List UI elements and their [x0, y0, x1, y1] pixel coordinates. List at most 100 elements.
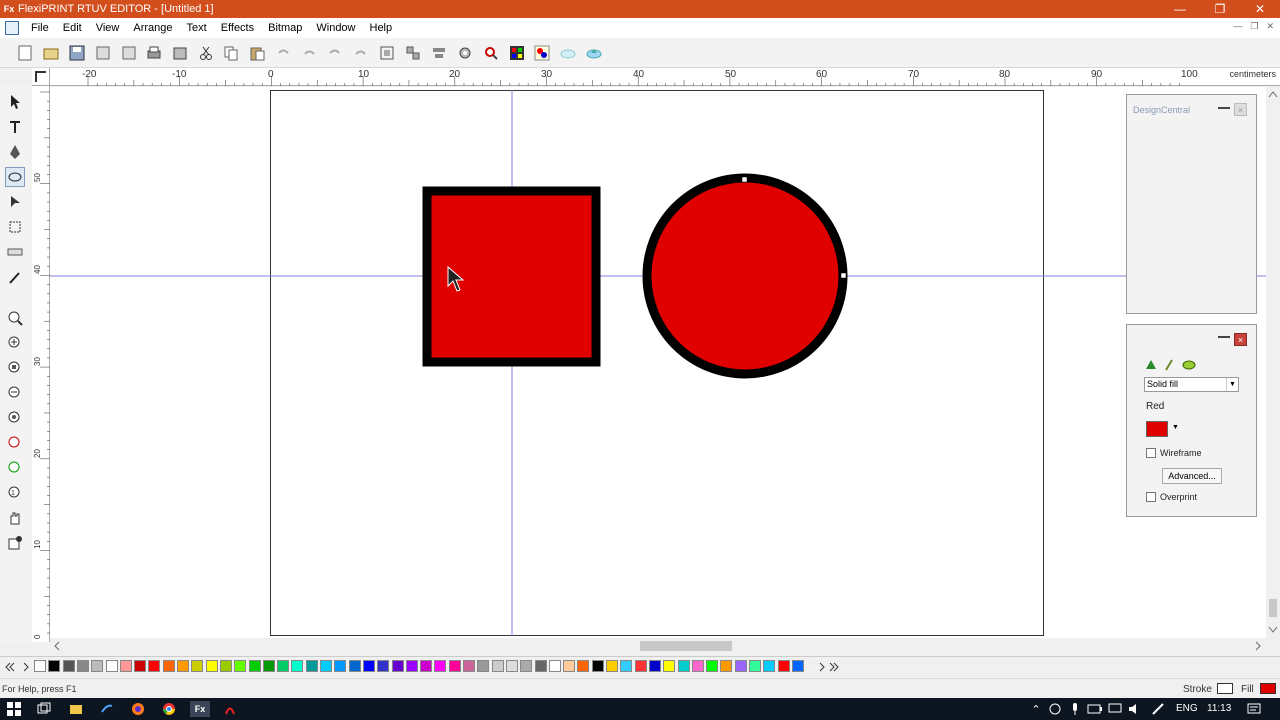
- pan-tool-icon[interactable]: [5, 508, 25, 528]
- menu-file[interactable]: File: [24, 22, 56, 34]
- palette-swatch[interactable]: [505, 660, 518, 672]
- palette-swatch[interactable]: [262, 660, 275, 672]
- palette-swatch[interactable]: [763, 660, 776, 672]
- selection-node[interactable]: [741, 176, 748, 183]
- palette-swatch[interactable]: [620, 660, 633, 672]
- notifications-icon[interactable]: [1246, 701, 1262, 717]
- fill-tool-icon[interactable]: [5, 533, 25, 553]
- advanced-button[interactable]: Advanced...: [1162, 468, 1222, 484]
- palette-swatch[interactable]: [477, 660, 490, 672]
- palette-swatch[interactable]: [248, 660, 261, 672]
- menu-bitmap[interactable]: Bitmap: [261, 22, 309, 34]
- cut-icon[interactable]: [197, 44, 215, 62]
- menu-arrange[interactable]: Arrange: [126, 22, 179, 34]
- stroke-mode-icon[interactable]: [1165, 359, 1173, 371]
- cloud-upload-icon[interactable]: [585, 44, 603, 62]
- open-file-icon[interactable]: [42, 44, 60, 62]
- tray-network-status-icon[interactable]: [1047, 701, 1063, 717]
- document-icon[interactable]: [5, 21, 19, 35]
- palette-swatch[interactable]: [749, 660, 761, 672]
- palette-swatch[interactable]: [448, 660, 461, 672]
- fill-color-button[interactable]: [1146, 421, 1168, 437]
- menu-effects[interactable]: Effects: [214, 22, 261, 34]
- palette-swatch[interactable]: [434, 660, 447, 672]
- pen-tool-icon[interactable]: [5, 142, 25, 162]
- mdi-restore-icon[interactable]: ❐: [1250, 21, 1258, 32]
- palette-swatch[interactable]: [463, 660, 475, 672]
- firefox-icon[interactable]: [130, 701, 146, 717]
- palette-swatch[interactable]: [377, 660, 390, 672]
- panel-minimize-icon[interactable]: [1218, 336, 1230, 338]
- palette-swatch[interactable]: [634, 660, 647, 672]
- palette-swatch[interactable]: [720, 660, 733, 672]
- palette-swatch[interactable]: [134, 660, 147, 672]
- close-button[interactable]: ✕: [1240, 0, 1280, 18]
- print-preview-icon[interactable]: [171, 44, 189, 62]
- mdi-close-icon[interactable]: ✕: [1266, 21, 1274, 32]
- wired-network-icon[interactable]: [1107, 701, 1123, 717]
- palette-swatch[interactable]: [591, 660, 604, 672]
- palette-swatch[interactable]: [348, 660, 361, 672]
- language-indicator[interactable]: ENG: [1176, 703, 1198, 714]
- palette-swatch[interactable]: [219, 660, 232, 672]
- group-icon[interactable]: [378, 44, 396, 62]
- vertical-ruler[interactable]: 50 40 30 20 10 0: [32, 86, 50, 642]
- palette-swatch[interactable]: [534, 660, 547, 672]
- palette-swatch[interactable]: [305, 660, 318, 672]
- menu-window[interactable]: Window: [309, 22, 362, 34]
- palette-swatch[interactable]: [520, 660, 533, 672]
- palette-swatch[interactable]: [205, 660, 218, 672]
- palette-swatch[interactable]: [277, 660, 290, 672]
- acrobat-icon[interactable]: [222, 701, 238, 717]
- mdi-minimize-icon[interactable]: —: [1233, 21, 1242, 32]
- zoom-in-icon[interactable]: [5, 333, 25, 353]
- zoom-page-icon[interactable]: [5, 358, 25, 378]
- palette-swatch[interactable]: [391, 660, 404, 672]
- palette-swatch[interactable]: [577, 660, 590, 672]
- palette-swatch[interactable]: [162, 660, 175, 672]
- eyedropper-tool-icon[interactable]: [5, 267, 25, 287]
- browser-icon[interactable]: [99, 701, 115, 717]
- red-circle-shape[interactable]: [642, 173, 848, 379]
- palette-swatch[interactable]: [177, 660, 189, 672]
- palette-swatch[interactable]: [734, 660, 747, 672]
- palette-swatch[interactable]: [791, 660, 804, 672]
- pen-workspace-icon[interactable]: [1150, 701, 1166, 717]
- horizontal-scroll-thumb[interactable]: [640, 641, 732, 651]
- menu-help[interactable]: Help: [363, 22, 400, 34]
- cloud-icon[interactable]: [559, 44, 577, 62]
- palette-swatch[interactable]: [34, 660, 46, 672]
- horizontal-scrollbar[interactable]: [50, 638, 1266, 654]
- chrome-icon[interactable]: [161, 701, 177, 717]
- undo-icon[interactable]: [274, 44, 292, 62]
- zoom-tool-icon[interactable]: [5, 308, 25, 328]
- palette-swatch[interactable]: [548, 660, 561, 672]
- palette-swatch[interactable]: [405, 660, 418, 672]
- palette-swatch[interactable]: [234, 660, 247, 672]
- chevron-down-icon[interactable]: ▼: [1172, 424, 1179, 431]
- multi-undo-icon[interactable]: [300, 44, 318, 62]
- chevron-down-icon[interactable]: ▼: [1226, 378, 1238, 391]
- palette-swatch[interactable]: [691, 660, 704, 672]
- text-tool-icon[interactable]: [5, 117, 25, 137]
- file-explorer-icon[interactable]: [68, 701, 84, 717]
- palette-swatch[interactable]: [291, 660, 304, 672]
- palette-swatch[interactable]: [334, 660, 347, 672]
- ruler-origin[interactable]: [32, 68, 50, 86]
- panel-minimize-icon[interactable]: [1218, 107, 1230, 109]
- palette-swatch[interactable]: [362, 660, 375, 672]
- palette-swatch[interactable]: [48, 660, 61, 672]
- clock[interactable]: 11:13: [1207, 703, 1231, 714]
- palette-swatch[interactable]: [191, 660, 204, 672]
- palette-swatch[interactable]: [76, 660, 89, 672]
- zoom-all-icon[interactable]: [5, 408, 25, 428]
- palette-swatch[interactable]: [663, 660, 676, 672]
- zoom-icon[interactable]: [482, 44, 500, 62]
- menu-text[interactable]: Text: [180, 22, 214, 34]
- minimize-button[interactable]: —: [1160, 0, 1200, 18]
- palette-swatch[interactable]: [648, 660, 661, 672]
- new-file-icon[interactable]: [16, 44, 34, 62]
- fill-type-select[interactable]: Solid fill ▼: [1144, 377, 1239, 392]
- palette-swatch[interactable]: [420, 660, 433, 672]
- volume-icon[interactable]: [1127, 701, 1143, 717]
